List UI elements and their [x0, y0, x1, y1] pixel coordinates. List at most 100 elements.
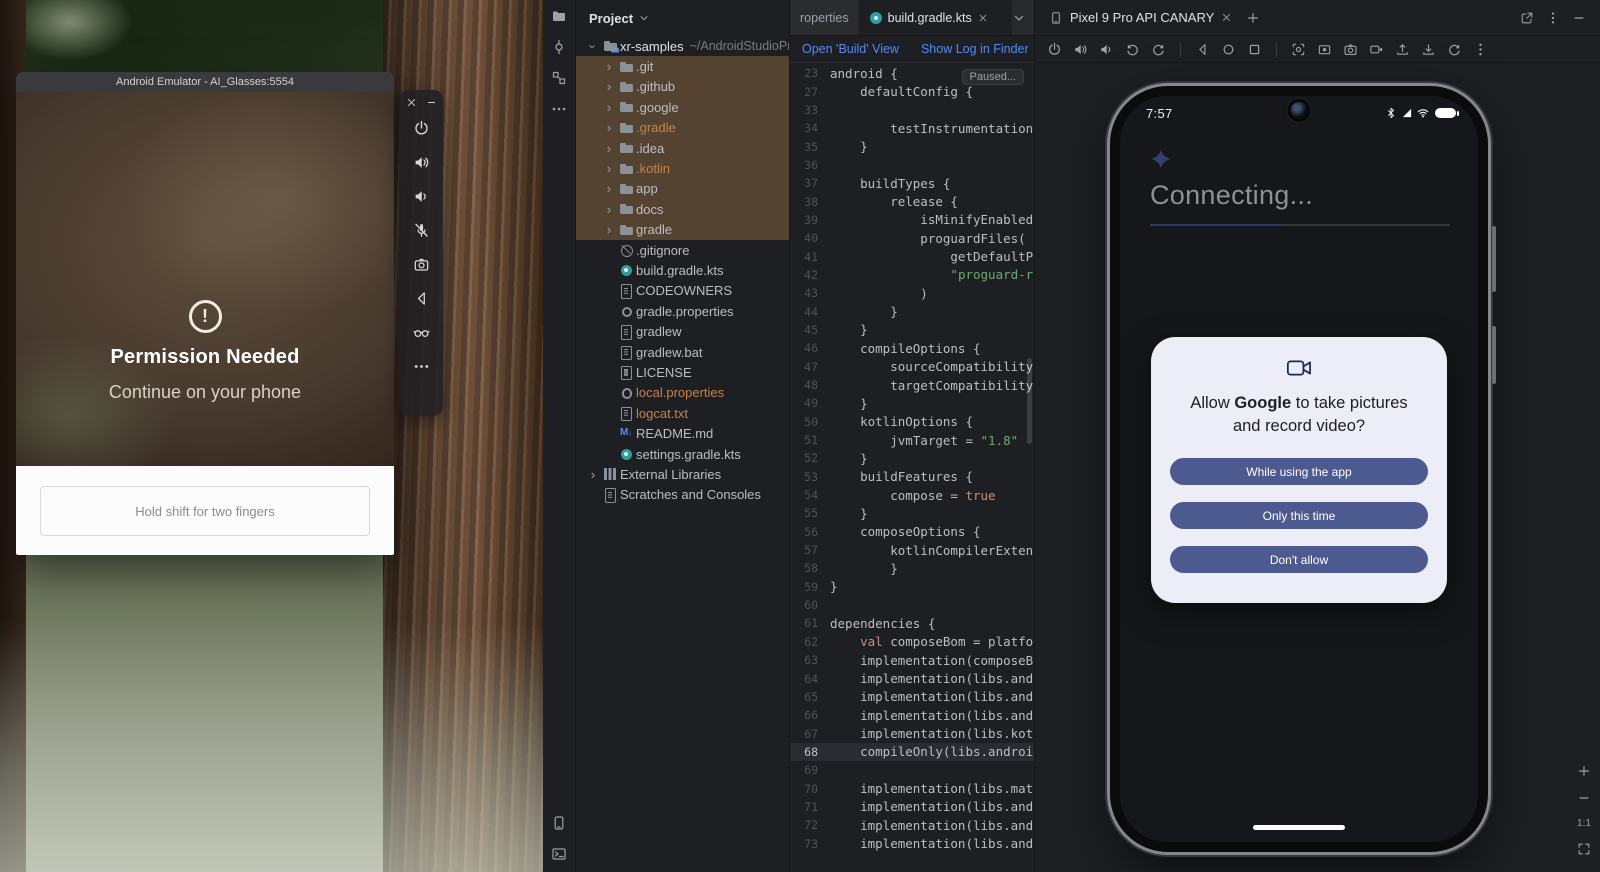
dont-allow-button[interactable]: Don't allow	[1170, 546, 1428, 573]
code-line-58[interactable]: 58 }	[790, 559, 1034, 577]
minimize-icon[interactable]	[426, 97, 437, 108]
video-icon[interactable]	[1369, 42, 1384, 57]
code-line-54[interactable]: 54 compose = true	[790, 486, 1034, 504]
code-line-62[interactable]: 62 val composeBom = platfor	[790, 633, 1034, 651]
emulator-title-bar[interactable]: Android Emulator - AI_Glasses:5554	[16, 72, 394, 92]
volume-up-icon[interactable]	[413, 154, 430, 171]
more-v-icon[interactable]	[1473, 42, 1488, 57]
mic-off-icon[interactable]	[413, 222, 430, 239]
tree-item-readme-md[interactable]: README.md	[576, 423, 789, 443]
code-line-44[interactable]: 44 }	[790, 302, 1034, 320]
code-line-34[interactable]: 34 testInstrumentationR	[790, 119, 1034, 137]
code-line-66[interactable]: 66 implementation(libs.andr	[790, 706, 1034, 724]
code-line-39[interactable]: 39 isMinifyEnabled	[790, 211, 1034, 229]
code-line-50[interactable]: 50 kotlinOptions {	[790, 413, 1034, 431]
emulator-screen[interactable]: ! Permission Needed Continue on your pho…	[16, 92, 394, 466]
show-log-in-finder-link[interactable]: Show Log in Finder	[921, 42, 1029, 56]
close-icon[interactable]	[406, 97, 417, 108]
tree-item--idea[interactable]: ›.idea	[576, 138, 789, 158]
code-line-69[interactable]: 69	[790, 761, 1034, 779]
new-device-tab-icon[interactable]	[1246, 11, 1260, 25]
download-icon[interactable]	[1421, 42, 1436, 57]
code-line-27[interactable]: 27 defaultConfig {	[790, 82, 1034, 100]
tree-item-external-libraries[interactable]: ›External Libraries	[576, 464, 789, 484]
tree-item--gitignore[interactable]: .gitignore	[576, 240, 789, 260]
phone-screen[interactable]: 7:57 Connecting... Allow Google to take	[1120, 96, 1478, 842]
code-line-46[interactable]: 46 compileOptions {	[790, 339, 1034, 357]
code-line-37[interactable]: 37 buildTypes {	[790, 174, 1034, 192]
tree-item--kotlin[interactable]: ›.kotlin	[576, 158, 789, 178]
back-icon[interactable]	[1195, 42, 1210, 57]
zoom-in-icon[interactable]	[1577, 764, 1591, 778]
code-line-51[interactable]: 51 jvmTarget = "1.8"	[790, 431, 1034, 449]
chevron-right-icon[interactable]: ›	[602, 202, 616, 217]
editor-scrollbar[interactable]	[1027, 358, 1032, 444]
terminal-icon[interactable]	[551, 846, 567, 862]
code-line-42[interactable]: 42 "proguard-ru	[790, 266, 1034, 284]
zoom-reset[interactable]: 1:1	[1577, 818, 1591, 829]
tree-item-gradle[interactable]: ›gradle	[576, 220, 789, 240]
code-line-43[interactable]: 43 )	[790, 284, 1034, 302]
volume-down-icon[interactable]	[413, 188, 430, 205]
restart-icon[interactable]	[1447, 42, 1462, 57]
screenshot-icon[interactable]	[1291, 42, 1306, 57]
only-this-time-button[interactable]: Only this time	[1170, 502, 1428, 529]
chevron-right-icon[interactable]: ›	[602, 100, 616, 115]
tab-build-gradle-kts[interactable]: build.gradle.kts	[860, 0, 999, 35]
close-icon[interactable]	[978, 13, 988, 23]
tree-item--github[interactable]: ›.github	[576, 77, 789, 97]
volume-down-icon[interactable]	[1099, 42, 1114, 57]
code-area[interactable]: 23android {27 defaultConfig {3334 testIn…	[790, 64, 1034, 872]
code-line-49[interactable]: 49 }	[790, 394, 1034, 412]
home-indicator[interactable]	[1253, 825, 1345, 830]
more-v-icon[interactable]	[1546, 11, 1560, 25]
tree-item-app[interactable]: ›app	[576, 179, 789, 199]
tree-item-gradlew[interactable]: gradlew	[576, 321, 789, 341]
more-icon[interactable]	[551, 101, 567, 117]
tree-item-scratches-and-consoles[interactable]: Scratches and Consoles	[576, 485, 789, 505]
back-icon[interactable]	[413, 290, 430, 307]
code-line-52[interactable]: 52 }	[790, 449, 1034, 467]
camera-icon[interactable]	[413, 256, 430, 273]
code-line-72[interactable]: 72 implementation(libs.andr	[790, 816, 1034, 834]
code-line-40[interactable]: 40 proguardFiles(	[790, 229, 1034, 247]
code-line-33[interactable]: 33	[790, 101, 1034, 119]
tree-item-license[interactable]: LICENSE	[576, 362, 789, 382]
code-line-60[interactable]: 60	[790, 596, 1034, 614]
upload-icon[interactable]	[1395, 42, 1410, 57]
code-line-41[interactable]: 41 getDefaultPr	[790, 247, 1034, 265]
tree-item-xr-samples[interactable]: ›xr-samples~/AndroidStudioProj	[576, 36, 789, 56]
tree-item-docs[interactable]: ›docs	[576, 199, 789, 219]
home-icon[interactable]	[1221, 42, 1236, 57]
code-line-65[interactable]: 65 implementation(libs.andr	[790, 688, 1034, 706]
code-line-70[interactable]: 70 implementation(libs.mate	[790, 779, 1034, 797]
tree-item-gradle-properties[interactable]: gradle.properties	[576, 301, 789, 321]
tree-item-gradlew-bat[interactable]: gradlew.bat	[576, 342, 789, 362]
tree-item-codeowners[interactable]: CODEOWNERS	[576, 281, 789, 301]
code-line-73[interactable]: 73 implementation(libs.andr	[790, 834, 1034, 852]
code-line-61[interactable]: 61dependencies {	[790, 614, 1034, 632]
chevron-right-icon[interactable]: ›	[602, 181, 616, 196]
minimize-icon[interactable]	[1572, 11, 1586, 25]
tree-item-logcat-txt[interactable]: logcat.txt	[576, 403, 789, 423]
code-line-71[interactable]: 71 implementation(libs.andr	[790, 798, 1034, 816]
open-build-view-link[interactable]: Open 'Build' View	[802, 42, 899, 56]
zoom-fit-icon[interactable]	[1577, 842, 1591, 856]
tree-item--google[interactable]: ›.google	[576, 97, 789, 117]
more-icon[interactable]	[413, 358, 430, 375]
device-tab[interactable]: Pixel 9 Pro API CANARY	[1049, 10, 1232, 25]
code-line-36[interactable]: 36	[790, 156, 1034, 174]
chevron-right-icon[interactable]: ›	[602, 120, 616, 135]
project-icon[interactable]	[551, 8, 567, 24]
code-line-38[interactable]: 38 release {	[790, 192, 1034, 210]
tree-item-local-properties[interactable]: local.properties	[576, 383, 789, 403]
chevron-right-icon[interactable]: ›	[602, 222, 616, 237]
code-line-55[interactable]: 55 }	[790, 504, 1034, 522]
device-manager-icon[interactable]	[551, 815, 567, 831]
tabs-dropdown-icon[interactable]	[1012, 11, 1026, 25]
code-line-56[interactable]: 56 composeOptions {	[790, 523, 1034, 541]
code-line-63[interactable]: 63 implementation(composeBo	[790, 651, 1034, 669]
commit-icon[interactable]	[551, 39, 567, 55]
structure-icon[interactable]	[551, 70, 567, 86]
chevron-right-icon[interactable]: ›	[602, 59, 616, 74]
